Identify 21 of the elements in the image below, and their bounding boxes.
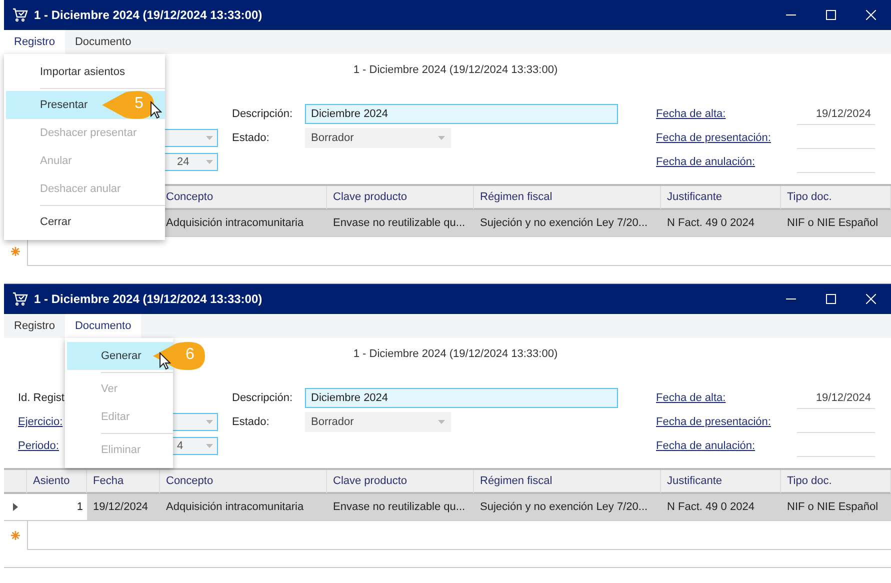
field-label: Descripción:: [232, 107, 294, 122]
table-cell: NIF o NIE Español: [781, 210, 891, 237]
field-label: Id. Regist: [17, 391, 66, 406]
table-cell: Envase no reutilizable qu...: [327, 210, 474, 237]
field-label: Descripción:: [232, 391, 294, 406]
record-heading: 1 - Diciembre 2024 (19/12/2024 13:33:00): [353, 348, 558, 360]
record-heading: 1 - Diciembre 2024 (19/12/2024 13:33:00): [353, 64, 558, 76]
window-title: 1 - Diciembre 2024 (19/12/2024 13:33:00): [34, 292, 264, 306]
table-cell: NIF o NIE Español: [781, 494, 891, 521]
table-cell: N Fact. 49 0 2024: [661, 494, 781, 521]
field-label: Estado:: [232, 131, 270, 146]
table-cell: N Fact. 49 0 2024: [661, 210, 781, 237]
table-cell: Adquisición intracomunitaria: [160, 494, 327, 521]
table-cell: Envase no reutilizable qu...: [327, 494, 474, 521]
table-cell: 19/12/2024: [87, 494, 160, 521]
table-cell: Sujeción y no exención Ley 7/20...: [474, 210, 661, 237]
field-label: Estado:: [232, 415, 270, 430]
table-cell: Sujeción y no exención Ley 7/20...: [474, 494, 661, 521]
window-title: 1 - Diciembre 2024 (19/12/2024 13:33:00): [34, 8, 264, 22]
step-callout: 6: [152, 341, 205, 371]
step-callout: 5: [102, 90, 154, 120]
